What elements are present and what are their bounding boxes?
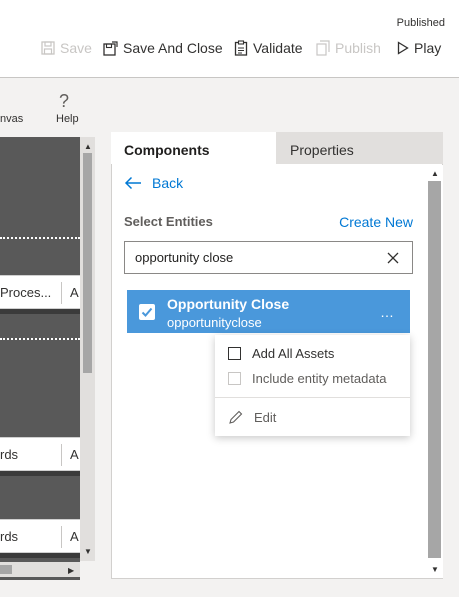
canvas-node-suffix: A xyxy=(70,285,79,300)
entity-display-name: Opportunity Close xyxy=(167,296,290,312)
canvas-horizontal-scroll-thumb[interactable] xyxy=(0,565,12,574)
validate-label: Validate xyxy=(253,40,303,56)
help-icon[interactable]: ? xyxy=(59,92,69,110)
publish-button[interactable]: Publish xyxy=(316,37,381,59)
save-and-close-button[interactable]: Save And Close xyxy=(103,37,223,59)
publish-label: Publish xyxy=(335,40,381,56)
clear-search-icon[interactable] xyxy=(385,250,401,266)
canvas-node-divider xyxy=(61,444,62,466)
add-all-assets-checkbox[interactable] xyxy=(228,346,241,360)
canvas-stripe xyxy=(0,553,80,558)
canvas-node-text: Proces... xyxy=(0,285,52,300)
canvas-stripe xyxy=(0,309,80,314)
menu-item-include-metadata[interactable]: Include entity metadata xyxy=(215,365,410,391)
validate-button[interactable]: Validate xyxy=(234,37,303,59)
tab-components[interactable]: Components xyxy=(111,132,276,164)
play-label: Play xyxy=(414,40,442,56)
canvas-vertical-scroll-thumb[interactable] xyxy=(83,153,92,373)
back-arrow-icon xyxy=(124,176,141,190)
save-and-close-label: Save And Close xyxy=(123,40,223,56)
create-new-link[interactable]: Create New xyxy=(300,214,413,230)
tab-properties[interactable]: Properties xyxy=(276,132,443,164)
save-icon xyxy=(41,41,55,55)
ribbon-help-label[interactable]: Help xyxy=(56,113,79,125)
canvas-node-divider xyxy=(61,526,62,548)
canvas-node-label[interactable]: rds A xyxy=(0,437,80,471)
play-button[interactable]: Play xyxy=(397,37,441,59)
back-label: Back xyxy=(152,175,184,191)
canvas-node-label[interactable]: rds A xyxy=(0,519,80,553)
more-options-icon[interactable]: … xyxy=(380,304,395,320)
canvas-node-text: rds xyxy=(0,447,19,462)
canvas-node-suffix: A xyxy=(70,447,79,462)
canvas-dotted-line xyxy=(0,338,80,340)
publish-icon xyxy=(316,40,330,56)
entity-context-menu: Add All Assets Include entity metadata E… xyxy=(215,335,410,436)
menu-item-add-all-assets[interactable]: Add All Assets xyxy=(215,340,410,366)
back-button[interactable]: Back xyxy=(124,173,183,193)
entity-logical-name: opportunityclose xyxy=(167,315,262,330)
entity-checkbox[interactable] xyxy=(139,304,155,320)
canvas-node-divider xyxy=(61,282,62,304)
play-icon xyxy=(397,41,409,55)
save-label: Save xyxy=(60,40,92,56)
include-metadata-checkbox[interactable] xyxy=(228,371,241,385)
include-metadata-label: Include entity metadata xyxy=(252,370,387,386)
select-entities-heading: Select Entities xyxy=(124,214,213,229)
panel-scroll-down-icon[interactable]: ▼ xyxy=(431,565,439,574)
canvas-dotted-line xyxy=(0,237,80,239)
scroll-up-icon[interactable]: ▲ xyxy=(84,142,92,151)
clipboard-check-icon xyxy=(234,40,248,56)
scroll-right-icon[interactable]: ▶ xyxy=(68,566,74,575)
process-canvas[interactable] xyxy=(0,137,80,580)
menu-separator xyxy=(215,397,410,398)
menu-item-edit[interactable]: Edit xyxy=(215,404,410,430)
ribbon-canvas-label[interactable]: nvas xyxy=(0,113,23,125)
add-all-assets-label: Add All Assets xyxy=(252,345,335,361)
save-button[interactable]: Save xyxy=(41,37,92,59)
canvas-node-suffix: A xyxy=(70,529,79,544)
scroll-down-icon[interactable]: ▼ xyxy=(84,547,92,556)
publish-status: Published xyxy=(396,17,445,29)
canvas-stripe xyxy=(0,471,80,476)
panel-vertical-scroll-thumb[interactable] xyxy=(428,181,441,558)
edit-label: Edit xyxy=(254,409,277,425)
pencil-icon xyxy=(229,410,243,424)
canvas-node-text: rds xyxy=(0,529,19,544)
save-close-icon xyxy=(103,40,118,56)
entity-search-value[interactable]: opportunity close xyxy=(135,250,233,265)
canvas-node-label[interactable]: Proces... A xyxy=(0,275,80,309)
panel-scroll-up-icon[interactable]: ▲ xyxy=(431,169,439,178)
